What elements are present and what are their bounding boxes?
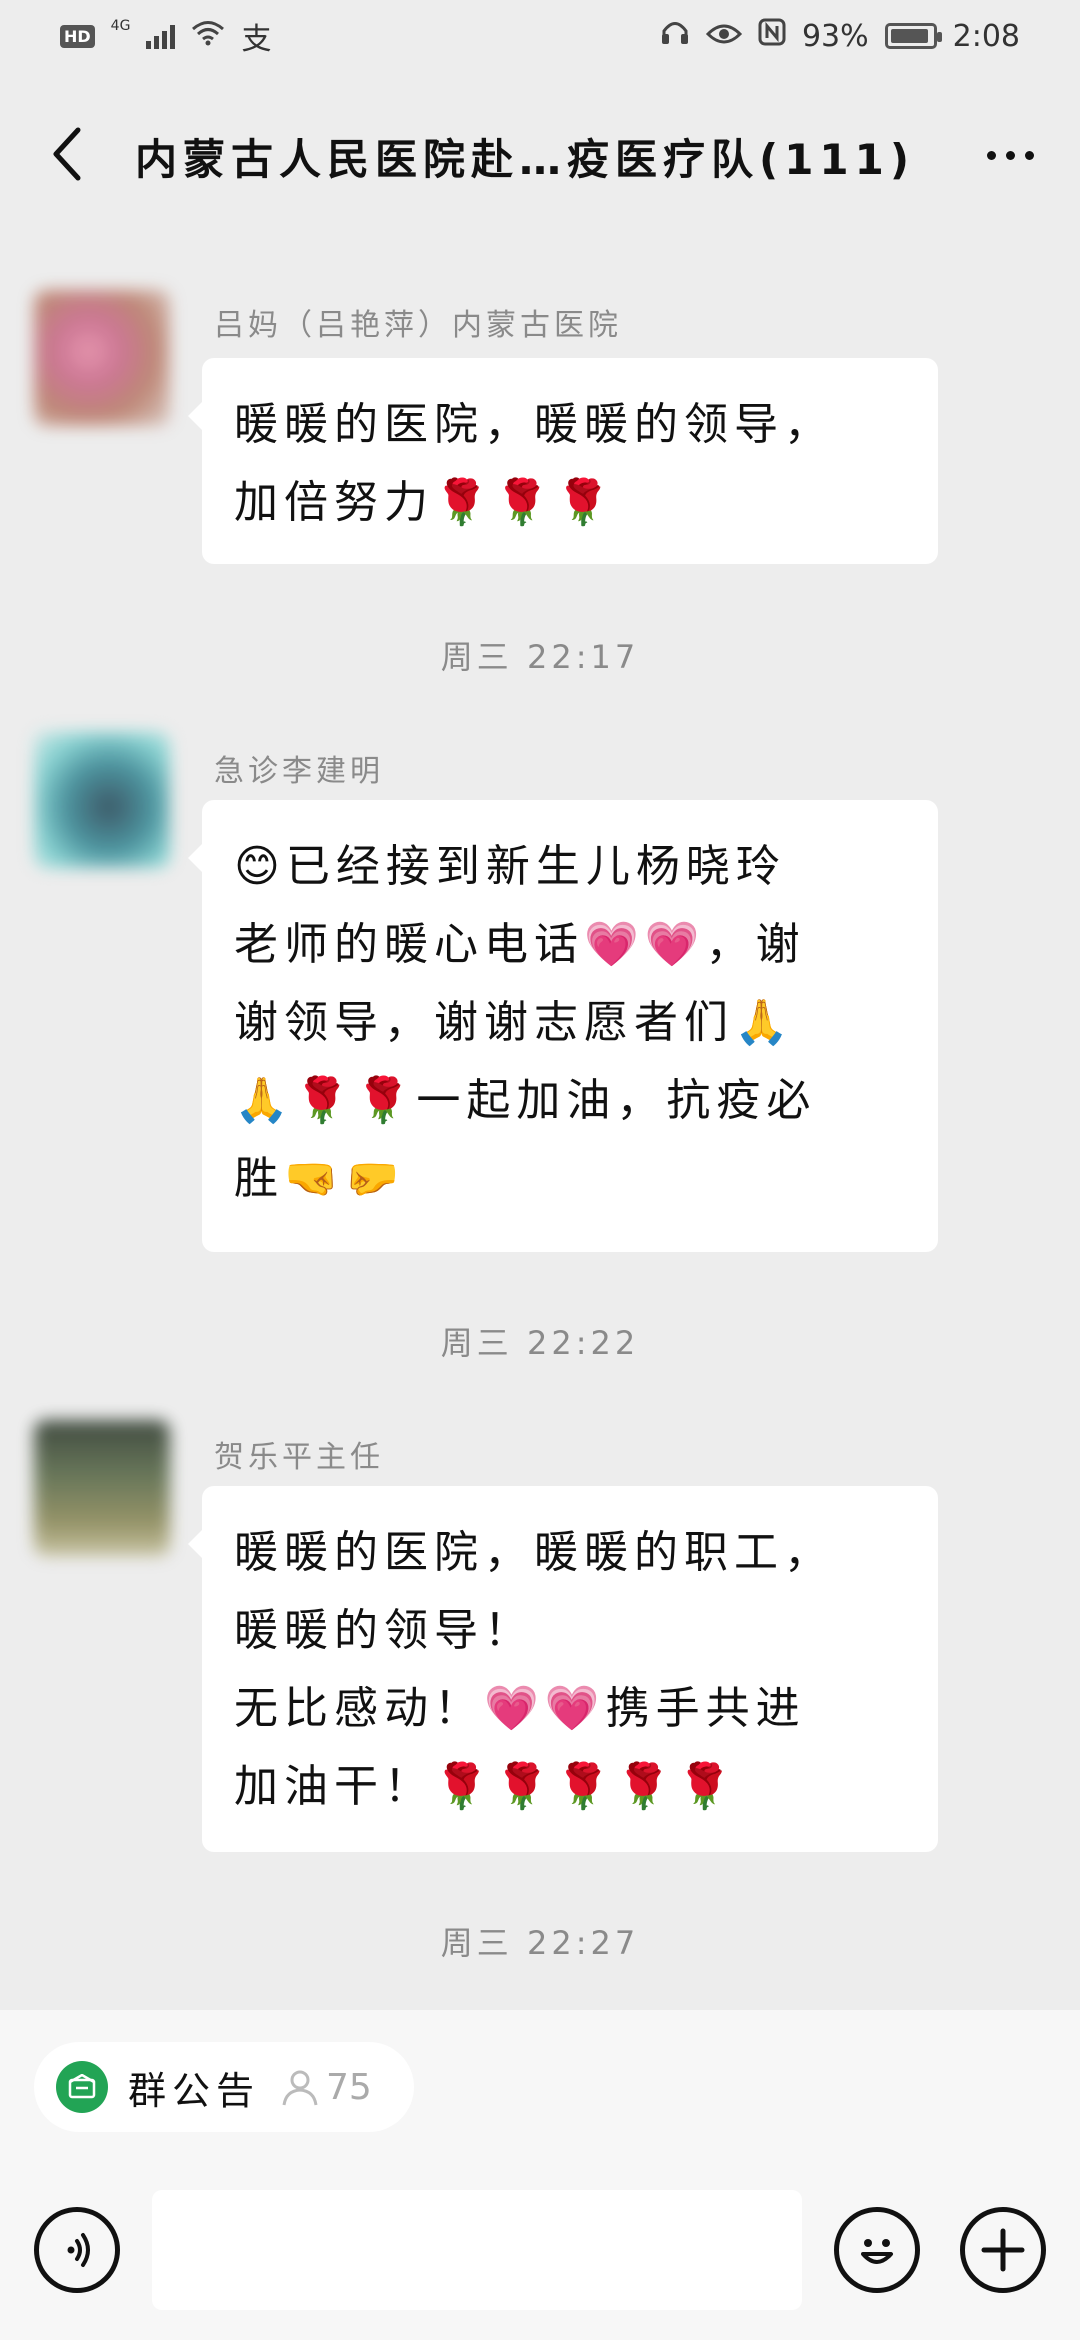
chat-header: 内蒙古人民医院赴…疫医疗队(111) — [0, 110, 1080, 200]
member-count: 75 — [280, 2067, 372, 2108]
sender-name: 贺乐平主任 — [214, 1440, 384, 1475]
timestamp: 周三 22:22 — [440, 1324, 640, 1362]
timestamp: 周三 22:27 — [440, 1924, 640, 1962]
battery-fill — [890, 29, 928, 43]
signal-icon — [146, 23, 176, 49]
alipay-icon: 支 — [241, 22, 272, 57]
message-line: 加油干！🌹🌹🌹🌹🌹 — [234, 1761, 738, 1812]
status-time: 2:08 — [952, 18, 1020, 54]
message-line: 🙏🌹🌹一起加油，抗疫必 — [234, 1075, 817, 1126]
chevron-left-icon — [53, 127, 81, 181]
timestamp: 周三 22:17 — [440, 638, 640, 676]
announcement-label: 群公告 — [128, 2068, 261, 2113]
battery-percent: 93% — [801, 18, 869, 54]
more-icon[interactable] — [980, 140, 1040, 170]
voice-input-button[interactable] — [34, 2207, 120, 2293]
message-line: 😊已经接到新生儿杨晓玲 — [234, 841, 786, 892]
message-line: 加倍努力🌹🌹🌹 — [234, 477, 617, 528]
nfc-icon — [758, 18, 786, 54]
person-icon — [282, 2070, 318, 2106]
eye-icon — [705, 19, 743, 54]
chat-title: 内蒙古人民医院赴…疫医疗队(111) — [135, 135, 916, 184]
message-bubble[interactable]: 😊已经接到新生儿杨晓玲 老师的暖心电话💗💗，谢 谢领导，谢谢志愿者们🙏 🙏🌹🌹一… — [188, 800, 938, 1252]
voice-icon — [67, 2233, 90, 2267]
message-line: 无比感动！💗💗携手共进 — [234, 1683, 806, 1734]
avatar[interactable] — [34, 732, 170, 868]
sender-name: 急诊李建明 — [214, 754, 384, 789]
wifi-icon — [191, 19, 225, 54]
plus-icon — [981, 2228, 1025, 2272]
message-line: 暖暖的医院，暖暖的领导， — [234, 399, 834, 450]
member-count-value: 75 — [326, 2066, 372, 2108]
group-announcement-button[interactable]: 群公告 75 — [34, 2042, 414, 2132]
status-bar: HD 4G 支 93% 2:08 — [0, 0, 1080, 72]
message-line: 暖暖的领导！ — [234, 1605, 534, 1656]
sender-name: 吕妈（吕艳萍）内蒙古医院 — [214, 308, 622, 343]
message-line: 谢领导，谢谢志愿者们🙏 — [234, 997, 795, 1048]
network-gen: 4G — [110, 18, 131, 34]
avatar[interactable] — [34, 290, 170, 426]
status-left: HD 4G 支 — [60, 14, 271, 58]
battery-icon — [884, 23, 942, 49]
announcement-icon — [56, 2061, 108, 2113]
message-line: 老师的暖心电话💗💗，谢 — [234, 919, 806, 970]
more-actions-button[interactable] — [960, 2207, 1046, 2293]
message-line: 胜🤜🤛 — [234, 1153, 406, 1204]
message-bubble[interactable]: 暖暖的医院，暖暖的领导， 加倍努力🌹🌹🌹 — [188, 358, 938, 564]
back-button[interactable] — [38, 124, 98, 184]
status-right: 93% 2:08 — [660, 18, 1020, 54]
emoji-button[interactable] — [834, 2207, 920, 2293]
headphones-icon — [660, 18, 690, 54]
message-composer — [0, 2180, 1080, 2340]
hd-badge: HD — [60, 24, 95, 48]
smiley-icon — [861, 2239, 893, 2264]
message-bubble[interactable]: 暖暖的医院，暖暖的职工， 暖暖的领导！ 无比感动！💗💗携手共进 加油干！🌹🌹🌹🌹… — [188, 1486, 938, 1852]
message-line: 暖暖的医院，暖暖的职工， — [234, 1527, 834, 1578]
avatar[interactable] — [34, 1420, 170, 1556]
message-input[interactable] — [152, 2190, 802, 2310]
